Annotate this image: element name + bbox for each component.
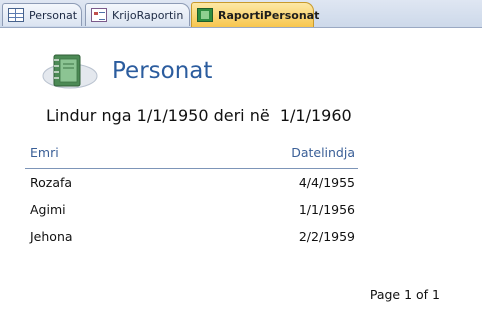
tab-personat[interactable]: Personat [2,3,82,26]
cell-birthdate: 1/1/1956 [298,202,355,217]
tab-raportipersonat[interactable]: RaportiPersonat [191,2,319,27]
address-book-icon [42,54,98,89]
column-header-datelindja: Datelindja [291,145,355,160]
report-subtitle: Lindur nga 1/1/1950 deri në 1/1/1960 [46,106,352,125]
page-number: Page 1 of 1 [369,287,440,302]
header-divider [25,168,358,169]
form-icon [91,8,107,22]
table-icon [8,8,24,22]
tab-label: RaportiPersonat [218,8,320,22]
cell-name: Rozafa [30,175,73,190]
tab-label: Personat [29,8,78,22]
column-header-emri: Emri [30,145,59,160]
document-tab-strip: Personat KrijoRaportin RaportiPersonat [0,0,482,28]
report-icon [197,8,213,22]
report-title: Personat [112,58,213,84]
cell-name: Jehona [30,229,73,244]
cell-name: Agimi [30,202,66,217]
tab-label: KrijoRaportin [112,8,184,22]
cell-birthdate: 4/4/1955 [298,175,355,190]
cell-birthdate: 2/2/1959 [298,229,355,244]
tab-krijoraportin[interactable]: KrijoRaportin [85,3,190,26]
